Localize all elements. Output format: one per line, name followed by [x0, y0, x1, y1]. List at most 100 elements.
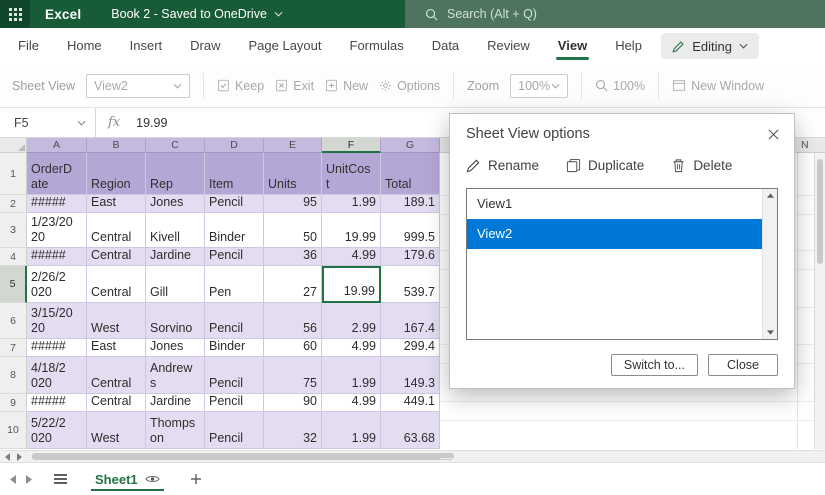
cell-B9[interactable]: Central [87, 394, 146, 412]
cell-F3[interactable]: 19.99 [322, 213, 381, 248]
cell-E1[interactable]: Units [264, 153, 322, 195]
cell-F8[interactable]: 1.99 [322, 357, 381, 394]
cell-E4[interactable]: 36 [264, 248, 322, 266]
cell-A6[interactable]: 3/15/20 20 [27, 303, 87, 339]
cell-A9[interactable]: ##### [27, 394, 87, 412]
cell-B8[interactable]: Central [87, 357, 146, 394]
duplicate-button[interactable]: Duplicate [566, 158, 644, 173]
cell-A3[interactable]: 1/23/20 20 [27, 213, 87, 248]
editing-mode-button[interactable]: Editing [661, 33, 759, 59]
new-view-button[interactable]: New [325, 79, 368, 93]
cell-A1[interactable]: OrderD ate [27, 153, 87, 195]
cell-G2[interactable]: 189.1 [381, 195, 440, 213]
view-item-view2[interactable]: View2 [467, 219, 777, 249]
column-header-G[interactable]: G [381, 138, 440, 153]
column-header-D[interactable]: D [205, 138, 264, 153]
row-header-10[interactable]: 10 [0, 412, 27, 449]
dialog-close-button[interactable] [762, 123, 784, 145]
cell-C4[interactable]: Jardine [146, 248, 205, 266]
cell-E2[interactable]: 95 [264, 195, 322, 213]
tab-help[interactable]: Help [601, 28, 656, 64]
document-title[interactable]: Book 2 - Saved to OneDrive [111, 7, 283, 21]
cell-C6[interactable]: Sorvino [146, 303, 205, 339]
cell-D6[interactable]: Pencil [205, 303, 264, 339]
tab-view[interactable]: View [544, 28, 601, 64]
new-window-button[interactable]: New Window [672, 79, 764, 93]
cell-E3[interactable]: 50 [264, 213, 322, 248]
cell-D1[interactable]: Item [205, 153, 264, 195]
cell-D7[interactable]: Binder [205, 339, 264, 357]
row-header-7[interactable]: 7 [0, 339, 27, 357]
cell-B1[interactable]: Region [87, 153, 146, 195]
cell-E9[interactable]: 90 [264, 394, 322, 412]
cell-B3[interactable]: Central [87, 213, 146, 248]
search-box[interactable]: Search (Alt + Q) [405, 0, 825, 28]
view-item-view1[interactable]: View1 [467, 189, 777, 219]
cell-C5[interactable]: Gill [146, 266, 205, 303]
cell-D4[interactable]: Pencil [205, 248, 264, 266]
cell-F9[interactable]: 4.99 [322, 394, 381, 412]
cell-G7[interactable]: 299.4 [381, 339, 440, 357]
scroll-right-icon[interactable] [17, 453, 22, 461]
cell-F6[interactable]: 2.99 [322, 303, 381, 339]
scroll-left-icon[interactable] [5, 453, 10, 461]
column-header-F[interactable]: F [322, 138, 381, 153]
cell-C2[interactable]: Jones [146, 195, 205, 213]
row-header-8[interactable]: 8 [0, 357, 27, 394]
row-header-2[interactable]: 2 [0, 195, 27, 213]
column-header-N[interactable]: N [801, 139, 809, 151]
row-header-1[interactable]: 1 [0, 153, 27, 195]
sheet-tab-sheet1[interactable]: Sheet1 [91, 463, 164, 495]
select-all-corner[interactable] [0, 138, 27, 153]
cell-A2[interactable]: ##### [27, 195, 87, 213]
exit-button[interactable]: Exit [275, 79, 314, 93]
cell-D3[interactable]: Binder [205, 213, 264, 248]
zoom-100-button[interactable]: 100% [595, 79, 645, 93]
prev-sheet-button[interactable] [10, 475, 16, 484]
cell-E5[interactable]: 27 [264, 266, 322, 303]
tab-review[interactable]: Review [473, 28, 544, 64]
fx-icon[interactable]: fx [108, 115, 120, 130]
cell-F1[interactable]: UnitCos t [322, 153, 381, 195]
tab-data[interactable]: Data [418, 28, 473, 64]
cell-E6[interactable]: 56 [264, 303, 322, 339]
cell-F2[interactable]: 1.99 [322, 195, 381, 213]
tab-draw[interactable]: Draw [176, 28, 234, 64]
cell-B4[interactable]: Central [87, 248, 146, 266]
view-list-scrollbar[interactable] [762, 189, 777, 339]
tab-page-layout[interactable]: Page Layout [235, 28, 336, 64]
cell-E8[interactable]: 75 [264, 357, 322, 394]
delete-button[interactable]: Delete [671, 158, 732, 173]
cell-A4[interactable]: ##### [27, 248, 87, 266]
row-header-9[interactable]: 9 [0, 394, 27, 412]
row-header-3[interactable]: 3 [0, 213, 27, 248]
cell-D10[interactable]: Pencil [205, 412, 264, 449]
cell-G3[interactable]: 999.5 [381, 213, 440, 248]
cell-C8[interactable]: Andrew s [146, 357, 205, 394]
cell-C9[interactable]: Jardine [146, 394, 205, 412]
app-launcher-button[interactable] [0, 0, 30, 28]
cell-F7[interactable]: 4.99 [322, 339, 381, 357]
cell-B2[interactable]: East [87, 195, 146, 213]
cell-C10[interactable]: Thomps on [146, 412, 205, 449]
row-header-6[interactable]: 6 [0, 303, 27, 339]
tab-home[interactable]: Home [53, 28, 116, 64]
next-sheet-button[interactable] [26, 475, 32, 484]
cell-G4[interactable]: 179.6 [381, 248, 440, 266]
rename-button[interactable]: Rename [466, 158, 539, 173]
tab-insert[interactable]: Insert [116, 28, 177, 64]
cell-G1[interactable]: Total [381, 153, 440, 195]
column-header-C[interactable]: C [146, 138, 205, 153]
cell-D8[interactable]: Pencil [205, 357, 264, 394]
cell-C3[interactable]: Kivell [146, 213, 205, 248]
cell-A7[interactable]: ##### [27, 339, 87, 357]
column-header-E[interactable]: E [264, 138, 322, 153]
cell-D2[interactable]: Pencil [205, 195, 264, 213]
scroll-up-icon[interactable] [767, 193, 774, 198]
column-header-B[interactable]: B [87, 138, 146, 153]
vertical-scrollbar-thumb[interactable] [817, 159, 823, 264]
cell-F10[interactable]: 1.99 [322, 412, 381, 449]
cell-F5[interactable]: 19.99 [322, 266, 381, 303]
cell-G5[interactable]: 539.7 [381, 266, 440, 303]
keep-button[interactable]: Keep [217, 79, 264, 93]
